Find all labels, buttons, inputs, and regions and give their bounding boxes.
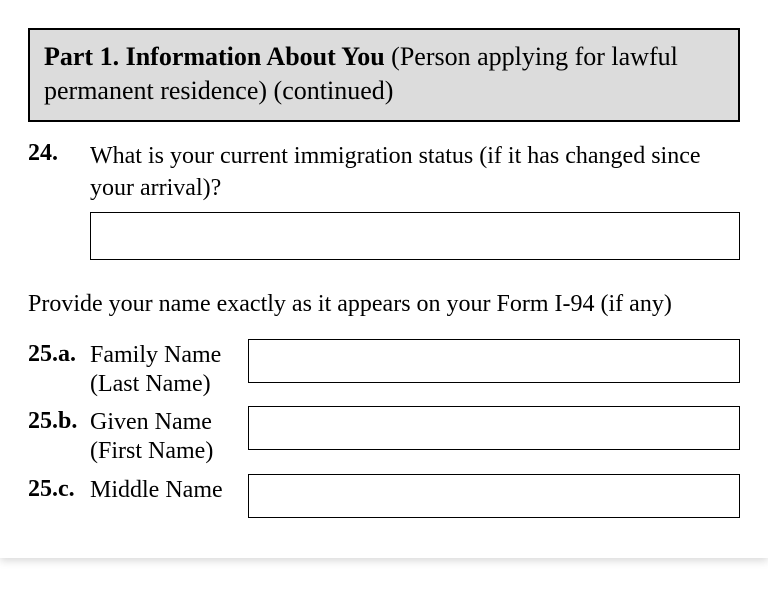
question-25b-input-col xyxy=(248,406,740,450)
given-name-label: Given Name xyxy=(90,408,248,437)
i94-instruction: Provide your name exactly as it appears … xyxy=(28,288,740,320)
question-25a-row: 25.a. Family Name (Last Name) xyxy=(28,339,740,399)
question-25c-row: 25.c. Middle Name xyxy=(28,474,740,518)
section-header: Part 1. Information About You (Person ap… xyxy=(28,28,740,122)
question-24-text: What is your current immigration status … xyxy=(90,140,740,205)
question-25a-label: Family Name (Last Name) xyxy=(90,339,248,399)
question-25a-number: 25.a. xyxy=(28,339,90,368)
question-24-row: 24. What is your current immigration sta… xyxy=(28,140,740,205)
question-24-input-wrapper xyxy=(90,212,740,260)
middle-name-label: Middle Name xyxy=(90,476,248,505)
form-page: Part 1. Information About You (Person ap… xyxy=(0,0,768,558)
family-name-input[interactable] xyxy=(248,339,740,383)
question-25c-label: Middle Name xyxy=(90,474,248,505)
given-name-input[interactable] xyxy=(248,406,740,450)
question-25b-number: 25.b. xyxy=(28,406,90,435)
family-name-label: Family Name xyxy=(90,341,248,370)
question-25b-label: Given Name (First Name) xyxy=(90,406,248,466)
last-name-label: (Last Name) xyxy=(90,370,248,399)
immigration-status-input[interactable] xyxy=(90,212,740,260)
question-25a-input-col xyxy=(248,339,740,383)
question-25b-row: 25.b. Given Name (First Name) xyxy=(28,406,740,466)
section-header-text: Part 1. Information About You (Person ap… xyxy=(44,40,724,108)
section-header-bold: Part 1. Information About You xyxy=(44,42,385,71)
question-24-number: 24. xyxy=(28,140,90,167)
first-name-label: (First Name) xyxy=(90,437,248,466)
question-25c-input-col xyxy=(248,474,740,518)
middle-name-input[interactable] xyxy=(248,474,740,518)
question-25c-number: 25.c. xyxy=(28,474,90,503)
